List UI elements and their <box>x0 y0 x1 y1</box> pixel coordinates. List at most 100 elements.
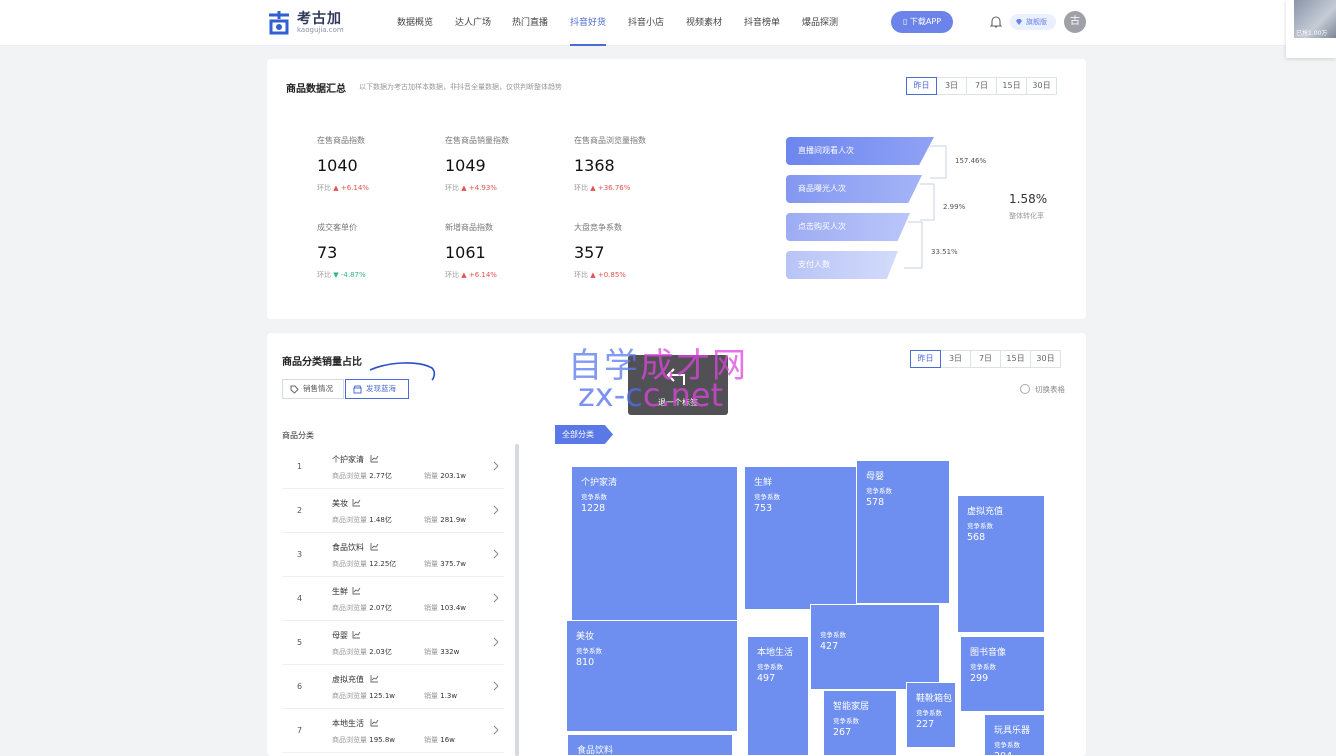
list-item[interactable]: 4 生鲜 商品浏览量 2.07亿 销量 103.4w <box>282 577 504 621</box>
nav-item-goods[interactable]: 抖音好货 <box>570 15 606 28</box>
brand-logo[interactable]: 考古加 kaogujia.com <box>266 7 356 39</box>
summary-range-30d[interactable]: 30日 <box>1026 77 1057 95</box>
floating-thumbnail[interactable]: 已抢1.00万 <box>1286 0 1336 58</box>
chevron-right-icon <box>493 461 499 471</box>
summary-range-15d[interactable]: 15日 <box>996 77 1027 95</box>
category-range-30d[interactable]: 30日 <box>1030 350 1061 368</box>
top-navbar: 考古加 kaogujia.com 数据概览 达人广场 热门直播 抖音好货 抖音小… <box>0 0 1336 46</box>
category-range-15d[interactable]: 15日 <box>1000 350 1031 368</box>
nav-item-videos[interactable]: 视频素材 <box>686 15 722 28</box>
list-item[interactable]: 2 美妆 商品浏览量 1.48亿 销量 281.9w <box>282 489 504 533</box>
category-sales: 销量 1.3w <box>424 692 458 700</box>
list-item[interactable]: 6 虚拟充值 商品浏览量 125.1w 销量 1.3w <box>282 665 504 709</box>
metric-change: 环比 ▲ +4.93% <box>445 184 497 192</box>
category-range-yesterday[interactable]: 昨日 <box>910 350 941 368</box>
category-sales: 销量 103.4w <box>424 604 466 612</box>
up-arrow-icon: ▲ <box>590 184 596 192</box>
avatar[interactable]: 古 <box>1064 11 1086 33</box>
chevron-right-icon <box>493 637 499 647</box>
category-list-title: 商品分类 <box>282 431 314 440</box>
summary-range-7d[interactable]: 7日 <box>966 77 997 95</box>
treemap-tile-toys[interactable]: 玩具乐器竞争系数204 <box>984 714 1045 756</box>
category-rank: 1 <box>297 462 303 471</box>
trend-chart-icon[interactable] <box>370 454 379 463</box>
trend-chart-icon[interactable] <box>352 630 361 639</box>
category-sales: 销量 332w <box>424 648 460 656</box>
treemap-tile-smart-home[interactable]: 智能家居 竞争系数 267 <box>823 690 897 756</box>
nav-item-hot-detect[interactable]: 爆品探测 <box>802 15 838 28</box>
summary-range-yesterday[interactable]: 昨日 <box>906 77 937 95</box>
category-range-tabs: 昨日 3日 7日 15日 30日 <box>910 350 1061 368</box>
trend-chart-icon[interactable] <box>352 498 361 507</box>
bell-icon[interactable] <box>990 15 1002 29</box>
nav-item-live[interactable]: 热门直播 <box>512 15 548 28</box>
metric-on-sale-index: 在售商品指数 1040 环比 ▲ +6.14% <box>317 135 437 193</box>
treemap-tile-virtual-recharge[interactable]: 虚拟充值 竞争系数 568 <box>957 495 1045 633</box>
metric-avg-order-price: 成交客单价 73 环比 ▼ -4.87% <box>317 222 437 280</box>
category-list-scrollbar[interactable] <box>515 444 519 756</box>
download-app-button[interactable]: ▯ 下载APP <box>891 11 953 33</box>
metric-competition-coef: 大盘竞争系数 357 环比 ▲ +0.85% <box>574 222 694 280</box>
nav-item-overview[interactable]: 数据概览 <box>397 15 433 28</box>
switch-table-toggle[interactable]: 切换表格 <box>1020 384 1065 395</box>
trend-chart-icon[interactable] <box>352 586 361 595</box>
category-views: 商品浏览量 1.48亿 <box>332 516 392 524</box>
treemap-tile-food[interactable]: 食品饮料 <box>567 734 733 756</box>
category-sales: 销量 16w <box>424 736 455 744</box>
metric-label: 成交客单价 <box>317 223 357 232</box>
all-categories-tag[interactable]: 全部分类 <box>555 425 613 444</box>
summary-range-3d[interactable]: 3日 <box>936 77 967 95</box>
category-views: 商品浏览量 12.25亿 <box>332 560 397 568</box>
metric-label: 大盘竞争系数 <box>574 223 622 232</box>
category-rank: 2 <box>297 506 303 515</box>
back-gesture-overlay[interactable]: 退一个标签 <box>628 355 728 415</box>
blue-ocean-label: 发现蓝海 <box>366 384 396 393</box>
treemap-tile-fresh[interactable]: 生鲜 竞争系数 753 <box>744 466 862 610</box>
category-range-3d[interactable]: 3日 <box>940 350 971 368</box>
chevron-right-icon <box>493 593 499 603</box>
category-sales: 销量 281.9w <box>424 516 466 524</box>
funnel-stage-clicks: 点击购买人次 <box>786 213 910 241</box>
treemap-tile-unlabeled[interactable]: 竞争系数 427 <box>810 604 940 690</box>
check-circle-icon <box>1020 384 1030 394</box>
category-range-7d[interactable]: 7日 <box>970 350 1001 368</box>
up-arrow-icon: ▲ <box>333 184 339 192</box>
treemap-tile-local-life[interactable]: 本地生活 竞争系数 497 <box>747 636 809 756</box>
list-item[interactable]: 5 母婴 商品浏览量 2.03亿 销量 332w <box>282 621 504 665</box>
metric-new-goods-index: 新增商品指数 1061 环比 ▲ +6.14% <box>445 222 565 280</box>
treemap-tile-maternal[interactable]: 母婴 竞争系数 578 <box>856 460 950 604</box>
category-name: 美妆 <box>332 499 348 508</box>
blue-ocean-button[interactable]: 发现蓝海 <box>345 379 409 399</box>
treemap-tile-beauty[interactable]: 美妆 竞争系数 810 <box>566 620 738 732</box>
category-sales: 销量 375.7w <box>424 560 466 568</box>
trend-chart-icon[interactable] <box>370 542 379 551</box>
trend-chart-icon[interactable] <box>370 718 379 727</box>
metric-label: 在售商品浏览量指数 <box>574 136 646 145</box>
metric-value: 1061 <box>445 243 486 262</box>
list-item[interactable]: 7 本地生活 商品浏览量 195.8w 销量 16w <box>282 709 504 753</box>
tag-icon <box>290 385 299 394</box>
vip-badge[interactable]: 旗舰版 <box>1010 14 1056 30</box>
sales-status-label: 销售情况 <box>303 384 333 393</box>
list-item[interactable]: 3 食品饮料 商品浏览量 12.25亿 销量 375.7w <box>282 533 504 577</box>
nav-item-rankings[interactable]: 抖音榜单 <box>744 15 780 28</box>
nav-active-indicator <box>570 44 606 46</box>
metric-change: 环比 ▲ +0.85% <box>574 271 626 279</box>
download-app-label: 下载APP <box>909 17 942 26</box>
category-views: 商品浏览量 2.77亿 <box>332 472 392 480</box>
list-item[interactable]: 1 个护家清 商品浏览量 2.77亿 销量 203.1w <box>282 445 504 489</box>
trend-chart-icon[interactable] <box>370 674 379 683</box>
treemap-tile-books[interactable]: 图书音像 竞争系数 299 <box>960 636 1045 712</box>
category-rank: 4 <box>297 594 303 603</box>
metric-views-index: 在售商品浏览量指数 1368 环比 ▲ +36.76% <box>574 135 694 193</box>
brand-name: 考古加 <box>297 11 342 27</box>
nav-item-shops[interactable]: 抖音小店 <box>628 15 664 28</box>
sales-status-button[interactable]: 销售情况 <box>282 379 344 399</box>
treemap-tile-personal-care[interactable]: 个护家清 竞争系数 1228 <box>571 466 738 626</box>
category-rank: 7 <box>297 726 303 735</box>
up-arrow-icon: ▲ <box>590 271 596 279</box>
nav-item-creators[interactable]: 达人广场 <box>455 15 491 28</box>
chevron-right-icon <box>493 681 499 691</box>
treemap-tile-shoes-bags[interactable]: 鞋靴箱包 竞争系数 227 <box>906 682 956 748</box>
funnel-rate-1: 157.46% <box>955 157 987 165</box>
